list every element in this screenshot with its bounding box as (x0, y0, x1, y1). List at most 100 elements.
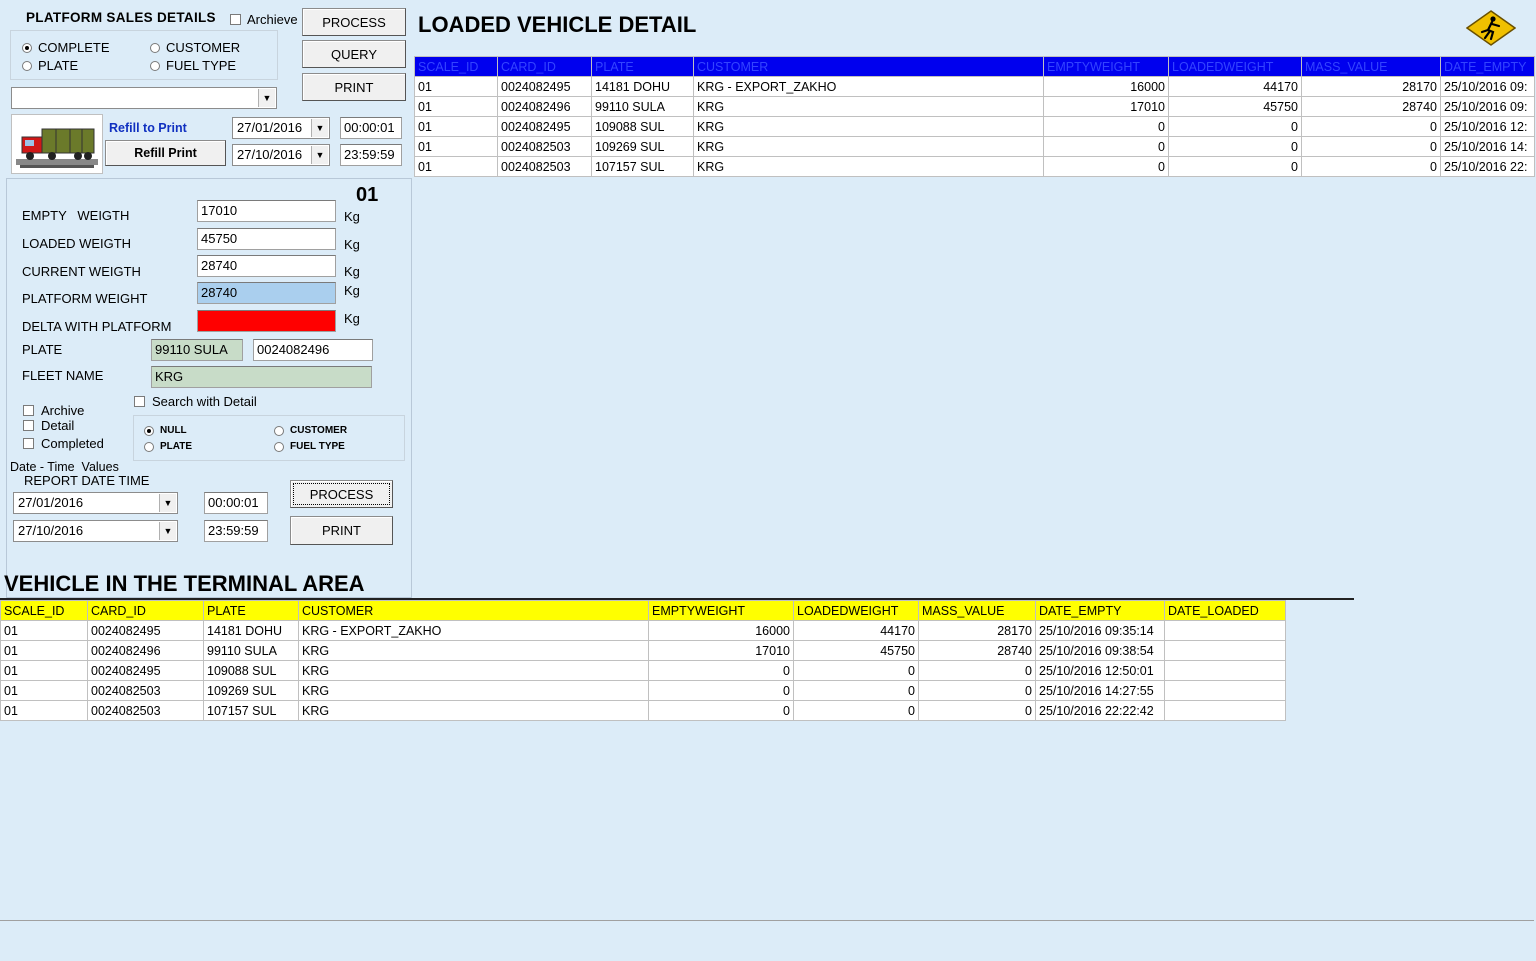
table-cell[interactable]: 25/10/2016 09: (1440, 76, 1535, 97)
terminal-vehicle-table[interactable]: SCALE_ID CARD_ID PLATE CUSTOMER EMPTYWEIGHT L… (0, 600, 1286, 721)
column-header[interactable]: SCALE_ID (414, 56, 498, 77)
table-cell[interactable]: 25/10/2016 22: (1440, 156, 1535, 177)
table-cell[interactable]: 25/10/2016 14:27:55 (1035, 680, 1165, 701)
chevron-down-icon[interactable]: ▼ (311, 146, 328, 164)
table-cell[interactable]: 109088 SUL (591, 116, 694, 137)
empty-weight-field[interactable]: 17010 (197, 200, 336, 222)
table-cell[interactable]: 0 (918, 660, 1036, 681)
table-cell[interactable]: 01 (0, 620, 88, 641)
report-time-to[interactable]: 23:59:59 (204, 520, 268, 542)
table-cell[interactable]: 16000 (1043, 76, 1169, 97)
column-header[interactable]: CUSTOMER (693, 56, 1044, 77)
table-cell[interactable]: 25/10/2016 22:22:42 (1035, 700, 1165, 721)
column-header[interactable]: CARD_ID (497, 56, 592, 77)
column-header[interactable]: DATE_EMPTY (1035, 600, 1165, 621)
radio-null[interactable]: NULL (144, 425, 187, 436)
table-cell[interactable]: 0 (648, 680, 794, 701)
table-row[interactable]: 01 0024082495 14181 DOHU KRG - EXPORT_ZAKHO… (414, 76, 1535, 97)
refill-time-to[interactable]: 23:59:59 (340, 144, 402, 166)
table-cell[interactable]: 0 (648, 700, 794, 721)
table-cell[interactable]: 01 (0, 660, 88, 681)
table-cell[interactable]: 0024082496 (497, 96, 592, 117)
table-cell[interactable] (1164, 640, 1286, 661)
query-button[interactable]: QUERY (302, 40, 406, 68)
table-cell[interactable]: 0 (1043, 136, 1169, 157)
table-cell[interactable]: KRG (298, 640, 649, 661)
table-cell[interactable]: 45750 (1168, 96, 1302, 117)
radio-customer[interactable]: CUSTOMER (150, 40, 240, 55)
table-cell[interactable]: 44170 (1168, 76, 1302, 97)
process-button[interactable]: PROCESS (302, 8, 406, 36)
table-cell[interactable]: 25/10/2016 09: (1440, 96, 1535, 117)
filter-select[interactable]: ▼ (11, 87, 277, 109)
table-cell[interactable]: 25/10/2016 12:50:01 (1035, 660, 1165, 681)
report-date-from[interactable]: 27/01/2016 ▼ (13, 492, 178, 514)
table-cell[interactable]: KRG (693, 96, 1044, 117)
table-cell[interactable]: 0 (1301, 136, 1441, 157)
radio-customer-search[interactable]: CUSTOMER (274, 425, 347, 436)
detail-checkbox[interactable]: Detail (23, 418, 74, 433)
column-header[interactable]: DATE_EMPTY (1440, 56, 1535, 77)
radio-dot[interactable] (144, 441, 154, 452)
checkbox-box[interactable] (230, 14, 241, 25)
chevron-down-icon[interactable]: ▼ (159, 522, 176, 540)
table-cell[interactable]: 109269 SUL (203, 680, 299, 701)
radio-dot-checked[interactable] (144, 425, 154, 436)
table-cell[interactable]: 25/10/2016 09:35:14 (1035, 620, 1165, 641)
table-cell[interactable]: 0 (1168, 136, 1302, 157)
column-header[interactable]: LOADEDWEIGHT (793, 600, 919, 621)
table-row[interactable]: 01 0024082496 99110 SULA KRG 17010 45750 28740… (0, 640, 1286, 661)
table-cell[interactable]: 109269 SUL (591, 136, 694, 157)
table-cell[interactable]: 45750 (793, 640, 919, 661)
chevron-down-icon[interactable]: ▼ (258, 89, 275, 107)
delta-platform-field[interactable]: 0 (197, 310, 336, 332)
radio-fuel-type[interactable]: FUEL TYPE (150, 58, 236, 73)
column-header[interactable]: PLATE (591, 56, 694, 77)
table-cell[interactable]: 0 (793, 700, 919, 721)
table-cell[interactable]: 0024082495 (87, 660, 204, 681)
column-header[interactable]: CUSTOMER (298, 600, 649, 621)
column-header[interactable]: PLATE (203, 600, 299, 621)
radio-dot[interactable] (274, 441, 284, 452)
table-cell[interactable] (1164, 700, 1286, 721)
checkbox-box[interactable] (23, 405, 34, 416)
table-cell[interactable]: 01 (414, 156, 498, 177)
table-cell[interactable]: 99110 SULA (203, 640, 299, 661)
chevron-down-icon[interactable]: ▼ (311, 119, 328, 137)
column-header[interactable]: DATE_LOADED (1164, 600, 1286, 621)
refill-time-from[interactable]: 00:00:01 (340, 117, 402, 139)
table-cell[interactable]: 0024082503 (497, 136, 592, 157)
table-cell[interactable]: 0 (793, 680, 919, 701)
table-cell[interactable]: KRG - EXPORT_ZAKHO (693, 76, 1044, 97)
column-header[interactable]: MASS_VALUE (918, 600, 1036, 621)
report-date-to[interactable]: 27/10/2016 ▼ (13, 520, 178, 542)
table-cell[interactable]: 0024082503 (87, 680, 204, 701)
checkbox-box[interactable] (134, 396, 145, 407)
table-cell[interactable]: 99110 SULA (591, 96, 694, 117)
current-weight-field[interactable]: 28740 (197, 255, 336, 277)
table-cell[interactable] (1164, 660, 1286, 681)
radio-dot[interactable] (150, 42, 160, 53)
archieve-checkbox[interactable]: Archieve (230, 12, 298, 27)
table-cell[interactable]: 01 (414, 96, 498, 117)
table-cell[interactable] (1164, 680, 1286, 701)
radio-dot[interactable] (150, 60, 160, 71)
archive-checkbox[interactable]: Archive (23, 403, 84, 418)
table-cell[interactable]: KRG - EXPORT_ZAKHO (298, 620, 649, 641)
column-header[interactable]: EMPTYWEIGHT (1043, 56, 1169, 77)
table-cell[interactable]: 0 (1043, 116, 1169, 137)
table-cell[interactable]: 0 (648, 660, 794, 681)
table-row[interactable]: 01 0024082495 109088 SUL KRG 0 0 0 25/10/2016 1… (0, 660, 1286, 681)
radio-complete[interactable]: COMPLETE (22, 40, 110, 55)
card-id-field[interactable]: 0024082496 (253, 339, 373, 361)
print-button[interactable]: PRINT (302, 73, 406, 101)
table-cell[interactable]: 25/10/2016 12: (1440, 116, 1535, 137)
table-cell[interactable]: 01 (414, 116, 498, 137)
checkbox-box[interactable] (23, 438, 34, 449)
table-cell[interactable]: 01 (414, 76, 498, 97)
table-cell[interactable]: 0024082496 (87, 640, 204, 661)
table-cell[interactable]: 01 (414, 136, 498, 157)
radio-plate[interactable]: PLATE (22, 58, 78, 73)
table-cell[interactable]: 44170 (793, 620, 919, 641)
table-cell[interactable]: 01 (0, 700, 88, 721)
